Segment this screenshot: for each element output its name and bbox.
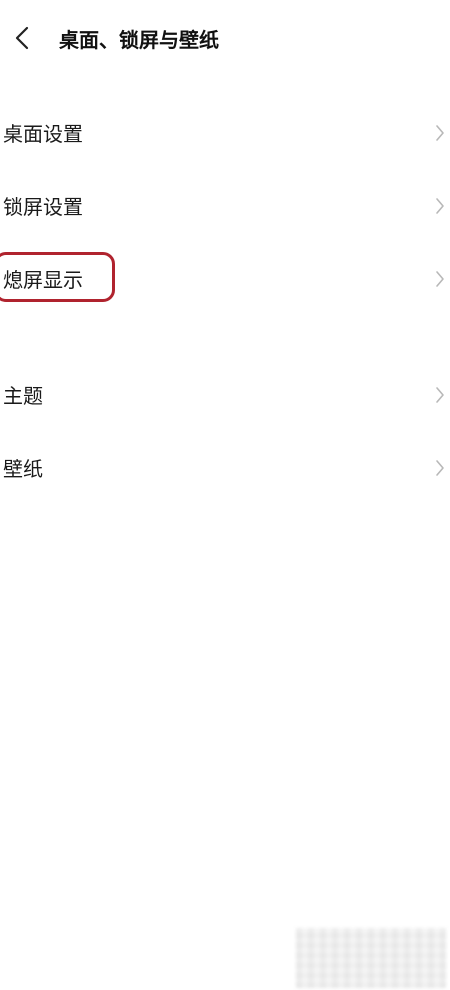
list-item-label: 桌面设置 <box>3 122 83 146</box>
page-title: 桌面、锁屏与壁纸 <box>59 28 219 52</box>
chevron-left-icon <box>15 26 29 54</box>
settings-group-theme: 主题 壁纸 <box>0 358 450 504</box>
list-item-label: 熄屏显示 <box>3 268 83 292</box>
list-item-label: 锁屏设置 <box>3 195 83 219</box>
list-item-always-on-display[interactable]: 熄屏显示 <box>0 242 450 315</box>
list-item-desktop-settings[interactable]: 桌面设置 <box>0 96 450 169</box>
chevron-right-icon <box>434 385 446 405</box>
back-button[interactable] <box>4 20 40 60</box>
chevron-right-icon <box>434 458 446 478</box>
settings-group-display: 桌面设置 锁屏设置 熄屏显示 <box>0 96 450 315</box>
chevron-right-icon <box>434 196 446 216</box>
list-item-lockscreen-settings[interactable]: 锁屏设置 <box>0 169 450 242</box>
chevron-right-icon <box>434 123 446 143</box>
list-item-themes[interactable]: 主题 <box>0 358 450 431</box>
list-item-label: 壁纸 <box>3 457 43 481</box>
list-item-label: 主题 <box>3 384 43 408</box>
blurred-watermark <box>296 928 446 988</box>
header: 桌面、锁屏与壁纸 <box>0 0 450 80</box>
list-item-wallpaper[interactable]: 壁纸 <box>0 431 450 504</box>
chevron-right-icon <box>434 269 446 289</box>
